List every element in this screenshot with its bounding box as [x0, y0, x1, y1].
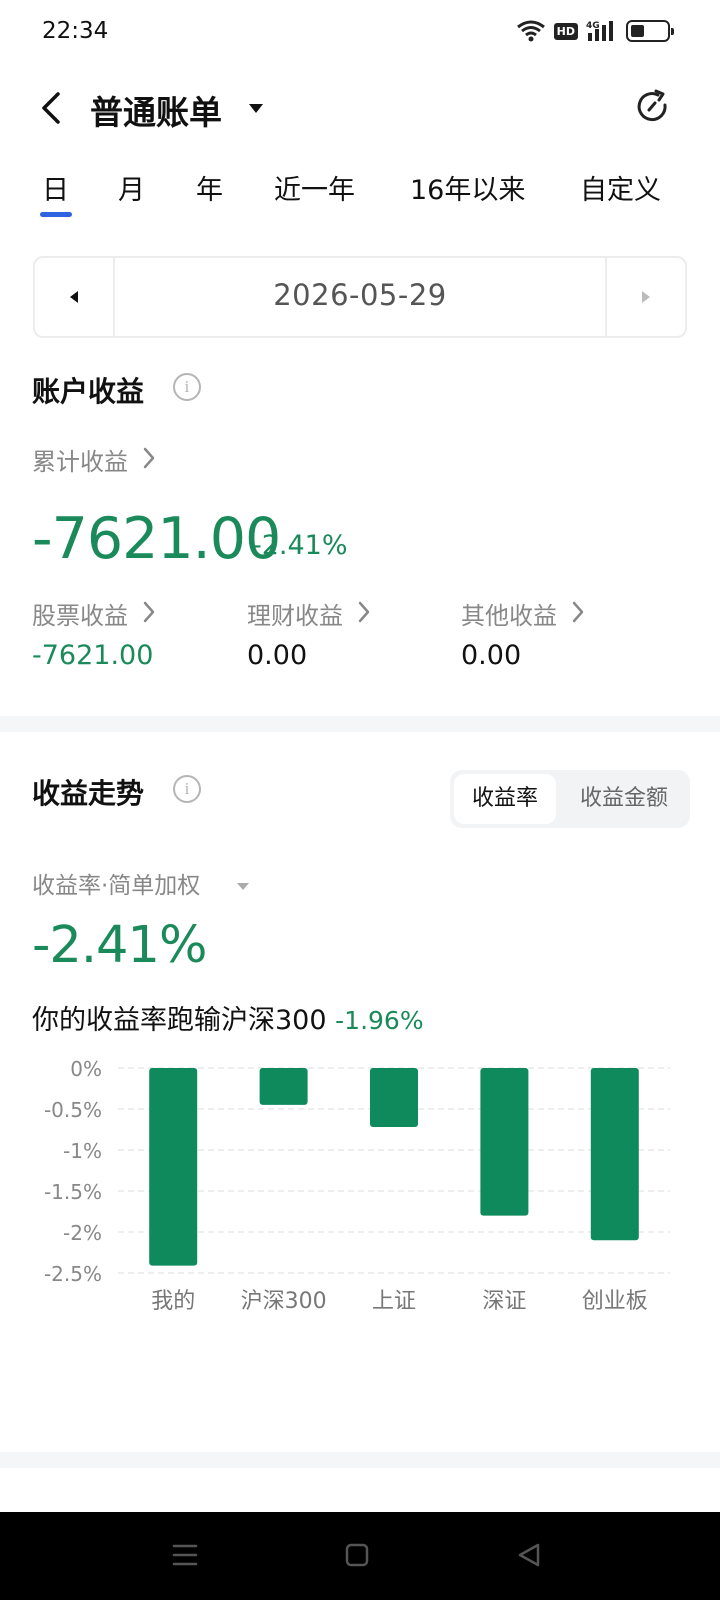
y-tick-label: 0% [70, 1060, 102, 1081]
toggle-return-rate[interactable]: 收益率 [454, 774, 556, 824]
date-selector: 2026-05-29 [33, 256, 687, 338]
system-nav-bar [0, 1512, 720, 1600]
x-category-label: 创业板 [582, 1289, 648, 1314]
y-tick-label: -2.5% [44, 1262, 102, 1286]
chevron-right-icon[interactable] [571, 600, 585, 628]
chevron-right-icon[interactable] [142, 600, 156, 628]
page-title[interactable]: 普通账单 [90, 86, 222, 134]
earnings-trend-title: 收益走势 [32, 777, 145, 810]
caret-down-icon[interactable] [236, 877, 250, 896]
wealth-earnings-label[interactable]: 理财收益 [247, 596, 343, 631]
bar-2[interactable] [370, 1068, 418, 1128]
caret-down-icon[interactable] [248, 100, 264, 119]
menu-icon[interactable] [172, 1542, 198, 1572]
cumulative-earnings-pct: -2.41% [252, 530, 348, 561]
home-square-icon[interactable] [344, 1542, 370, 1572]
bar-3[interactable] [480, 1068, 529, 1216]
bar-1[interactable] [259, 1068, 308, 1105]
wifi-icon [516, 19, 546, 43]
y-tick-label: -1% [63, 1139, 102, 1163]
x-category-label: 沪深300 [241, 1289, 327, 1314]
return-rate-value: -2.41% [32, 916, 207, 975]
metric-toggle: 收益率 收益金额 [450, 770, 690, 828]
tab-custom[interactable]: 自定义 [580, 168, 661, 207]
stock-earnings-value: -7621.00 [32, 640, 154, 671]
section-divider [0, 716, 720, 732]
caret-left-icon [70, 291, 78, 303]
stock-earnings-label[interactable]: 股票收益 [32, 596, 128, 631]
battery-fill [631, 25, 644, 37]
wealth-earnings-value: 0.00 [247, 640, 308, 671]
other-earnings-label[interactable]: 其他收益 [461, 596, 557, 631]
tab-year[interactable]: 年 [196, 168, 223, 207]
tab-last-year[interactable]: 近一年 [274, 168, 355, 207]
benchmark-comparison-text: 你的收益率跑输沪深300 [32, 1005, 327, 1036]
other-earnings-value: 0.00 [461, 640, 522, 671]
tab-month[interactable]: 月 [118, 168, 145, 207]
x-category-label: 上证 [372, 1289, 416, 1314]
chevron-right-icon[interactable] [142, 446, 156, 474]
period-tabs: 日 月 年 近一年 16年以来 自定义 [0, 168, 720, 228]
y-tick-label: -1.5% [44, 1180, 102, 1204]
caret-right-icon [642, 291, 650, 303]
date-next-button[interactable] [605, 258, 685, 336]
cumulative-earnings-label[interactable]: 累计收益 [32, 442, 128, 477]
bar-0[interactable] [149, 1068, 198, 1266]
chevron-right-icon[interactable] [357, 600, 371, 628]
y-tick-label: -2% [63, 1221, 102, 1245]
back-icon[interactable] [38, 90, 64, 130]
benchmark-comparison: 你的收益率跑输沪深300 -1.96% [32, 998, 424, 1037]
tab-selected-indicator [40, 212, 72, 217]
status-time: 22:34 [42, 18, 109, 44]
battery-icon [626, 20, 674, 42]
back-triangle-icon[interactable] [516, 1542, 542, 1572]
cumulative-earnings-value: -7621.00 [32, 506, 281, 572]
info-icon[interactable]: i [173, 775, 201, 803]
tab-since-16[interactable]: 16年以来 [410, 168, 525, 207]
info-icon[interactable]: i [173, 373, 201, 401]
date-prev-button[interactable] [35, 258, 115, 336]
header: 普通账单 [0, 72, 720, 144]
tab-day[interactable]: 日 [42, 168, 69, 207]
metric-method-label[interactable]: 收益率·简单加权 [32, 866, 200, 900]
signal-icon: 4G [586, 19, 618, 43]
hd-badge: HD [553, 22, 578, 40]
returns-bar-chart: 0% -0.5% -1% -1.5% -2% -2.5% 我的 沪深300 上证 深证 创业板 [44, 1060, 670, 1314]
status-icons: HD 4G [516, 19, 674, 43]
bar-4[interactable] [590, 1068, 639, 1241]
y-tick-label: -0.5% [44, 1098, 102, 1122]
status-bar: 22:34 HD 4G [0, 0, 720, 64]
date-value[interactable]: 2026-05-29 [115, 278, 605, 312]
x-category-label: 深证 [482, 1289, 526, 1314]
x-category-label: 我的 [151, 1289, 195, 1314]
toggle-return-amount[interactable]: 收益金额 [562, 774, 686, 824]
refresh-icon[interactable] [634, 88, 672, 130]
account-earnings-title: 账户收益 [32, 375, 145, 408]
benchmark-pct: -1.96% [335, 1006, 424, 1035]
section-divider [0, 1452, 720, 1468]
